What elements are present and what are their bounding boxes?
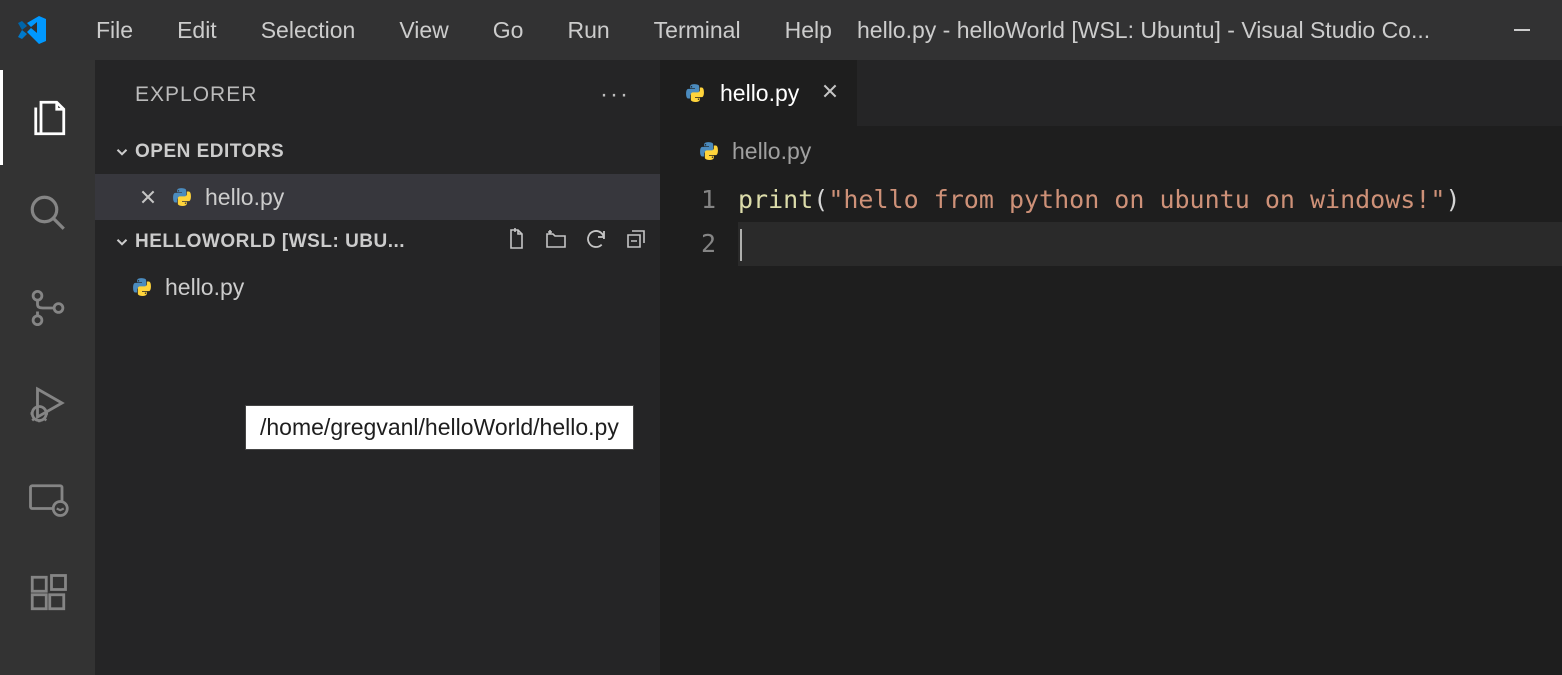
new-folder-icon[interactable] — [544, 227, 568, 257]
window-controls — [1502, 0, 1542, 60]
code-line[interactable] — [738, 222, 1562, 266]
breadcrumb-filename: hello.py — [732, 138, 811, 165]
menu-file[interactable]: File — [74, 11, 155, 50]
explorer-more-icon[interactable]: ··· — [600, 81, 630, 109]
activity-extensions-icon[interactable] — [0, 545, 95, 640]
menu-help[interactable]: Help — [763, 11, 854, 50]
menu-edit[interactable]: Edit — [155, 11, 239, 50]
menu-go[interactable]: Go — [471, 11, 546, 50]
activity-scm-icon[interactable] — [0, 260, 95, 355]
vscode-logo-icon — [12, 10, 52, 50]
file-tree-filename: hello.py — [165, 274, 244, 301]
menu-view[interactable]: View — [377, 11, 470, 50]
code-line[interactable]: print("hello from python on ubuntu on wi… — [738, 178, 1562, 222]
code-editor[interactable]: 12 print("hello from python on ubuntu on… — [660, 176, 1562, 266]
collapse-all-icon[interactable] — [624, 227, 648, 257]
window-title: hello.py - helloWorld [WSL: Ubuntu] - Vi… — [857, 17, 1430, 44]
text-cursor — [740, 229, 742, 261]
minimize-button[interactable] — [1502, 0, 1542, 60]
explorer-title: EXPLORER — [135, 83, 257, 107]
close-icon[interactable] — [813, 80, 839, 106]
menu-run[interactable]: Run — [545, 11, 631, 50]
activity-bar — [0, 60, 95, 675]
python-file-icon — [684, 82, 706, 104]
menu-selection[interactable]: Selection — [239, 11, 378, 50]
chevron-down-icon — [109, 143, 135, 161]
line-number: 1 — [660, 178, 716, 222]
folder-label: HELLOWORLD [WSL: UBU... — [135, 231, 405, 253]
file-tree-item[interactable]: hello.py — [95, 264, 660, 310]
python-file-icon — [131, 276, 153, 298]
folder-section[interactable]: HELLOWORLD [WSL: UBU... — [95, 220, 660, 264]
code-lines[interactable]: print("hello from python on ubuntu on wi… — [738, 178, 1562, 266]
breadcrumb[interactable]: hello.py — [660, 126, 1562, 176]
menu-terminal[interactable]: Terminal — [632, 11, 763, 50]
editor-tab[interactable]: hello.py — [660, 60, 857, 126]
open-editor-filename: hello.py — [205, 184, 284, 211]
explorer-header: EXPLORER ··· — [95, 60, 660, 130]
open-editors-section[interactable]: OPEN EDITORS — [95, 130, 660, 174]
editor-tabbar: hello.py — [660, 60, 1562, 126]
line-number: 2 — [660, 222, 716, 266]
chevron-down-icon — [109, 233, 135, 251]
line-number-gutter: 12 — [660, 178, 738, 266]
menubar: FileEditSelectionViewGoRunTerminalHelp — [74, 11, 854, 50]
titlebar: FileEditSelectionViewGoRunTerminalHelp h… — [0, 0, 1562, 60]
close-icon[interactable] — [137, 188, 159, 206]
python-file-icon — [171, 186, 193, 208]
open-editors-label: OPEN EDITORS — [135, 141, 284, 163]
file-path-tooltip: /home/gregvanl/helloWorld/hello.py — [245, 405, 634, 450]
activity-rundebug-icon[interactable] — [0, 355, 95, 450]
refresh-icon[interactable] — [584, 227, 608, 257]
activity-explorer-icon[interactable] — [0, 70, 95, 165]
new-file-icon[interactable] — [504, 227, 528, 257]
editor-area: hello.py hello.py 12 print("hello from p… — [660, 60, 1562, 675]
python-file-icon — [698, 140, 720, 162]
open-editor-item[interactable]: hello.py — [95, 174, 660, 220]
editor-tab-filename: hello.py — [720, 80, 799, 107]
activity-remote-icon[interactable] — [0, 450, 95, 545]
activity-search-icon[interactable] — [0, 165, 95, 260]
explorer-sidebar: EXPLORER ··· OPEN EDITORS hello.py — [95, 60, 660, 675]
